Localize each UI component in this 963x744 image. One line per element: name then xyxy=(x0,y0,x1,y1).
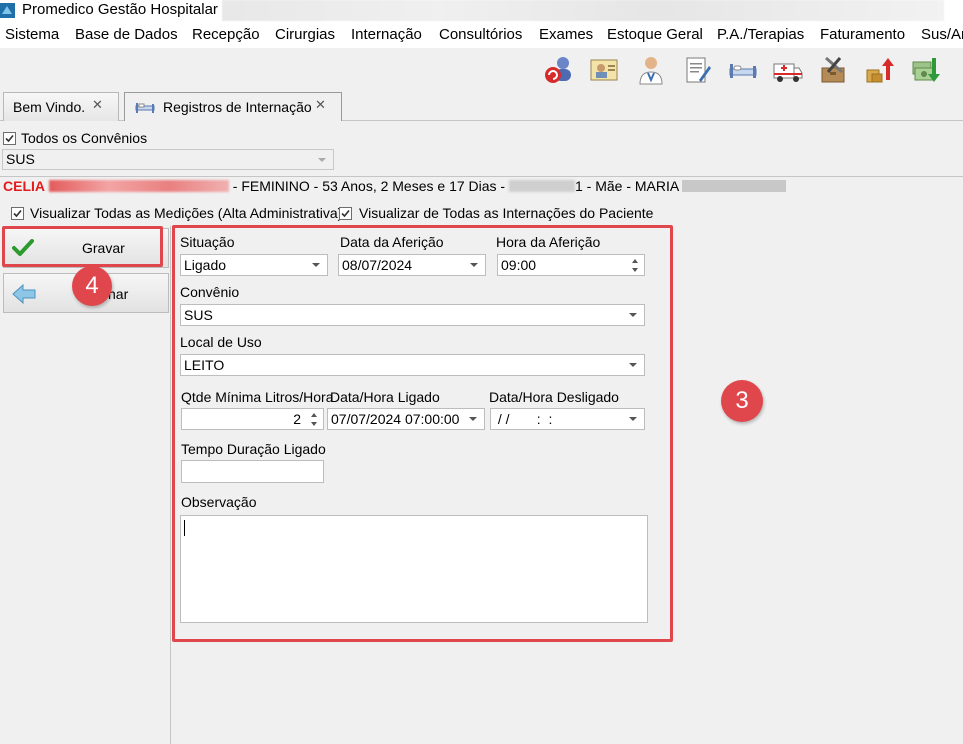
hospital-bed-icon[interactable] xyxy=(727,54,759,86)
redacted-mother-name xyxy=(682,180,787,192)
users-refresh-icon[interactable] xyxy=(542,54,574,86)
medicoes-label: Visualizar Todas as Medições (Alta Admin… xyxy=(30,205,343,221)
divider xyxy=(0,176,963,177)
ambulance-icon[interactable] xyxy=(772,54,804,86)
redacted-title-area xyxy=(222,0,944,21)
patient-name: CELIA xyxy=(3,178,45,194)
menu-faturamento[interactable]: Faturamento xyxy=(820,26,905,43)
patient-card-icon[interactable] xyxy=(588,54,620,86)
document-pen-icon[interactable] xyxy=(681,54,713,86)
menu-pa-terapias[interactable]: P.A./Terapias xyxy=(717,26,804,43)
doctor-icon[interactable] xyxy=(635,54,667,86)
tab-strip: Bem Vindo. ✕ Registros de Internação ✕ xyxy=(0,92,963,121)
save-callout-box xyxy=(2,226,163,267)
tab-registros-internacao[interactable]: Registros de Internação ✕ xyxy=(124,92,342,121)
arrow-left-icon xyxy=(12,283,36,305)
callout-badge-4: 4 xyxy=(72,266,112,306)
menu-exames[interactable]: Exames xyxy=(539,26,593,43)
patient-mother: 1 - Mãe - MARIA xyxy=(574,178,679,194)
redacted-patient-name xyxy=(48,180,229,192)
menu-internacao[interactable]: Internação xyxy=(351,26,422,43)
callout-badge-3: 3 xyxy=(721,380,763,422)
title-bar: Promedico Gestão Hospitalar xyxy=(0,0,963,22)
close-icon[interactable]: ✕ xyxy=(92,97,103,113)
stock-up-icon[interactable] xyxy=(864,54,896,86)
menu-recepcao[interactable]: Recepção xyxy=(192,26,260,43)
menu-consultorios[interactable]: Consultórios xyxy=(439,26,522,43)
window-title: Promedico Gestão Hospitalar xyxy=(22,1,218,18)
internacoes-label: Visualizar de Todas as Internações do Pa… xyxy=(359,205,654,221)
tab-label: Bem Vindo. xyxy=(13,99,86,115)
convenio-filter-select[interactable]: SUS xyxy=(2,149,334,170)
hospital-bed-icon xyxy=(135,103,155,113)
chevron-down-icon xyxy=(318,157,326,162)
internacoes-checkbox[interactable] xyxy=(339,207,352,220)
menu-sus[interactable]: Sus/Ar xyxy=(921,26,963,43)
close-icon[interactable]: ✕ xyxy=(315,97,326,113)
app-logo-icon xyxy=(0,3,15,18)
form-callout-box xyxy=(172,225,673,642)
menu-base-de-dados[interactable]: Base de Dados xyxy=(75,26,178,43)
redacted-birthdate xyxy=(508,180,575,192)
todos-convenios-label: Todos os Convênios xyxy=(21,130,148,146)
patient-details: - FEMININO - 53 Anos, 2 Meses e 17 Dias … xyxy=(232,178,506,194)
todos-convenios-checkbox[interactable] xyxy=(3,132,16,145)
menu-estoque-geral[interactable]: Estoque Geral xyxy=(607,26,703,43)
cash-down-icon[interactable] xyxy=(910,54,942,86)
tab-bem-vindo[interactable]: Bem Vindo. ✕ xyxy=(3,92,119,121)
menu-sistema[interactable]: Sistema xyxy=(5,26,59,43)
patient-info-line: CELIA - FEMININO - 53 Anos, 2 Meses e 17… xyxy=(3,178,787,194)
toolbar xyxy=(0,48,963,92)
tab-label: Registros de Internação xyxy=(163,99,312,115)
tools-box-icon[interactable] xyxy=(818,54,850,86)
medicoes-checkbox[interactable] xyxy=(11,207,24,220)
menu-cirurgias[interactable]: Cirurgias xyxy=(275,26,335,43)
menu-bar: Sistema Base de Dados Recepção Cirurgias… xyxy=(0,22,963,48)
